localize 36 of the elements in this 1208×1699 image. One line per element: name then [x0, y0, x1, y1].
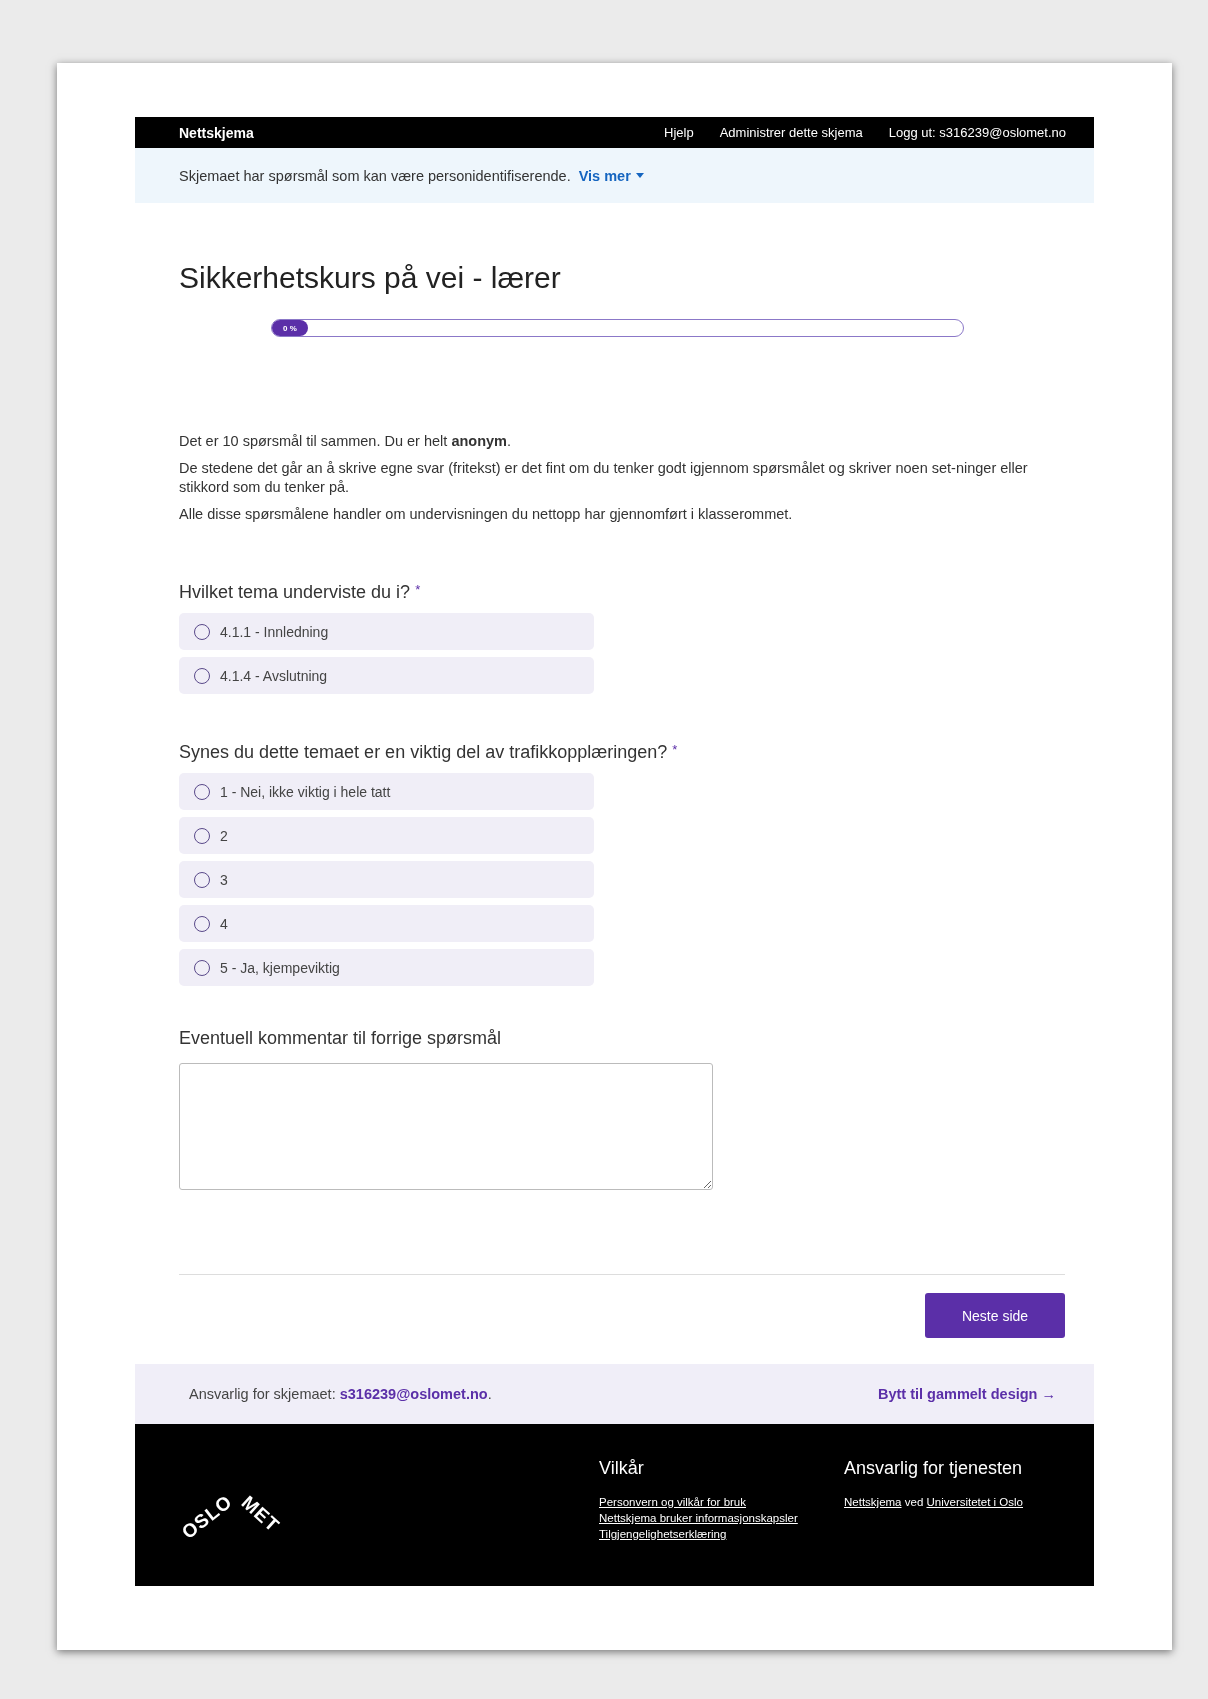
required-mark: *	[672, 742, 678, 757]
footer-link[interactable]: Nettskjema	[844, 1496, 902, 1508]
service-text: Nettskjema ved Universitetet i Oslo	[844, 1495, 1023, 1510]
site-name: Nettskjema	[179, 124, 255, 141]
comment-field[interactable]	[179, 1063, 713, 1190]
footer-heading: Vilkår	[599, 1458, 644, 1479]
nav-link[interactable]: Logg ut: s316239@oslomet.no	[888, 125, 1066, 140]
show-more-link[interactable]: Vis mer	[578, 167, 644, 184]
nav-link[interactable]: Administrer dette skjema	[719, 125, 863, 140]
switch-design-link[interactable]: Bytt til gammelt design →	[877, 1386, 1056, 1402]
question-label: Synes du dette temaet er en viktig del av trafikkopplæringen?	[179, 742, 668, 762]
radio-option[interactable]: 5 - Ja, kjempeviktig	[179, 949, 594, 986]
next-page-button[interactable]: Neste side	[925, 1293, 1065, 1338]
intro-paragraph: De stedene det går an å skrive egne svar (fritekst) er det fint om du tenker godt igjennom spørsmålet og skriver noen set-ninger eller stikkord som du tenker på.	[179, 459, 1029, 497]
caret-icon[interactable]	[635, 173, 644, 178]
radio-option[interactable]: 2	[179, 817, 594, 854]
progress-fill: 0 %	[272, 320, 308, 336]
intro-paragraph: Det er 10 spørsmål til sammen. Du er helt anonym.	[179, 432, 512, 451]
radio-option[interactable]: 1 - Nei, ikke viktig i hele tatt	[179, 773, 594, 810]
nav-link[interactable]: Hjelp	[664, 125, 694, 140]
footer-link[interactable]: Universitetet i Oslo	[926, 1496, 1023, 1508]
required-mark: *	[415, 582, 421, 597]
owner-text: Ansvarlig for skjemaet: s316239@oslomet.no.	[189, 1386, 492, 1402]
footer-heading: Ansvarlig for tjenesten	[844, 1458, 1023, 1479]
footer-link[interactable]: Tilgjengelighetserklæring	[599, 1526, 727, 1542]
footer-link[interactable]: Personvern og vilkår for bruk	[599, 1494, 746, 1510]
notice-text: Skjemaet har spørsmål som kan være personidentifiserende.	[179, 167, 571, 184]
radio-option[interactable]: 4.1.1 - Innledning	[179, 613, 594, 650]
question-label: Eventuell kommentar til forrige spørsmål	[179, 1028, 502, 1048]
intro-paragraph: Alle disse spørsmålene handler om undervisningen du nettopp har gjennomført i klasserommet.	[179, 505, 794, 524]
question-label: Hvilket tema underviste du i?	[179, 582, 411, 602]
form-title: Sikkerhetskurs på vei - lærer	[179, 261, 562, 295]
radio-option[interactable]: 3	[179, 861, 594, 898]
radio-option[interactable]: 4	[179, 905, 594, 942]
footer-link[interactable]: Nettskjema bruker informasjonskapsler	[599, 1510, 798, 1526]
radio-option[interactable]: 4.1.4 - Avslutning	[179, 657, 594, 694]
